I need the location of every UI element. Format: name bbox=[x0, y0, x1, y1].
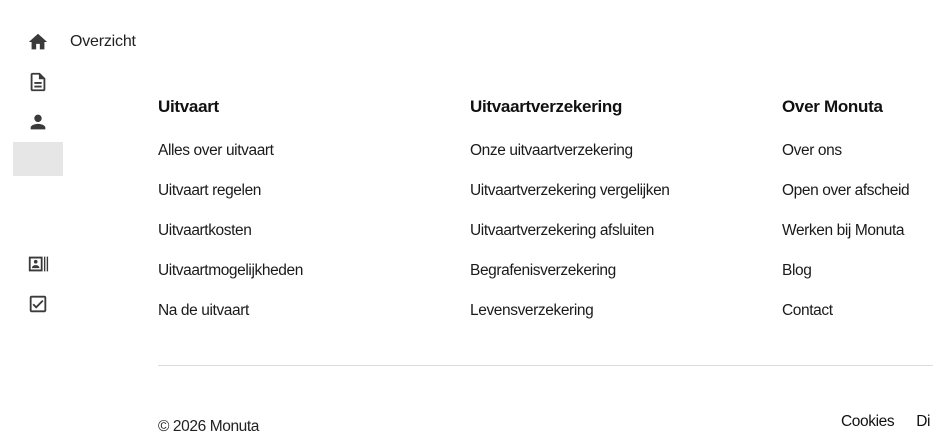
disclaimer-link[interactable]: Di bbox=[916, 413, 930, 430]
footer-link[interactable]: Alles over uitvaart bbox=[158, 138, 303, 178]
footer-column-heading: Uitvaart bbox=[158, 97, 219, 116]
footer-link[interactable]: Levensverzekering bbox=[470, 298, 670, 338]
footer-column-uitvaartverzekering: Uitvaartverzekering Onze uitvaartverzeke… bbox=[470, 96, 670, 338]
footer-link[interactable]: Over ons bbox=[782, 138, 909, 178]
sidebar: Overzicht bbox=[0, 0, 140, 448]
sidebar-item-tasks[interactable] bbox=[13, 287, 63, 321]
footer-link[interactable]: Onze uitvaartverzekering bbox=[470, 138, 670, 178]
cookies-link[interactable]: Cookies bbox=[841, 413, 895, 430]
footer-link[interactable]: Begrafenisverzekering bbox=[470, 258, 670, 298]
footer-divider bbox=[158, 365, 933, 366]
footer-link[interactable]: Uitvaart regelen bbox=[158, 178, 303, 218]
contact-card-icon bbox=[28, 256, 49, 272]
footer-link[interactable]: Blog bbox=[782, 258, 909, 298]
home-icon bbox=[28, 33, 48, 50]
footer-column-heading: Uitvaartverzekering bbox=[470, 97, 623, 116]
sidebar-overview-label[interactable]: Overzicht bbox=[70, 33, 136, 51]
footer-link[interactable]: Open over afscheid bbox=[782, 178, 910, 218]
sidebar-item-contacts[interactable] bbox=[13, 247, 63, 281]
footer-column-heading: Over Monuta bbox=[782, 97, 883, 116]
sidebar-loading-placeholder bbox=[13, 142, 63, 176]
sidebar-item-documents[interactable] bbox=[13, 65, 63, 99]
footer-link[interactable]: Uitvaartkosten bbox=[158, 218, 303, 258]
checkbox-icon bbox=[29, 295, 47, 313]
footer-link[interactable]: Na de uitvaart bbox=[158, 298, 303, 338]
footer-link-list: Over ons Open over afscheid Werken bij M… bbox=[782, 138, 910, 338]
footer-link[interactable]: Contact bbox=[782, 298, 909, 338]
sidebar-item-home[interactable] bbox=[13, 25, 63, 59]
footer-link[interactable]: Uitvaartverzekering afsluiten bbox=[470, 218, 670, 258]
person-icon bbox=[30, 114, 46, 130]
footer-link[interactable]: Uitvaartverzekering vergelijken bbox=[470, 178, 670, 218]
sidebar-item-profile[interactable] bbox=[13, 105, 63, 139]
copyright-text: © 2026 Monuta bbox=[158, 418, 260, 435]
footer-link-list: Alles over uitvaart Uitvaart regelen Uit… bbox=[158, 138, 303, 338]
footer-column-over-monuta: Over Monuta Over ons Open over afscheid … bbox=[782, 96, 910, 338]
footer-link[interactable]: Werken bij Monuta bbox=[782, 218, 909, 258]
document-icon bbox=[30, 72, 46, 92]
footer-bottom-links: Cookies Di bbox=[841, 413, 930, 431]
footer-link-list: Onze uitvaartverzekering Uitvaartverzeke… bbox=[470, 138, 670, 338]
footer-column-uitvaart: Uitvaart Alles over uitvaart Uitvaart re… bbox=[158, 96, 303, 338]
footer-link[interactable]: Uitvaartmogelijkheden bbox=[158, 258, 303, 298]
